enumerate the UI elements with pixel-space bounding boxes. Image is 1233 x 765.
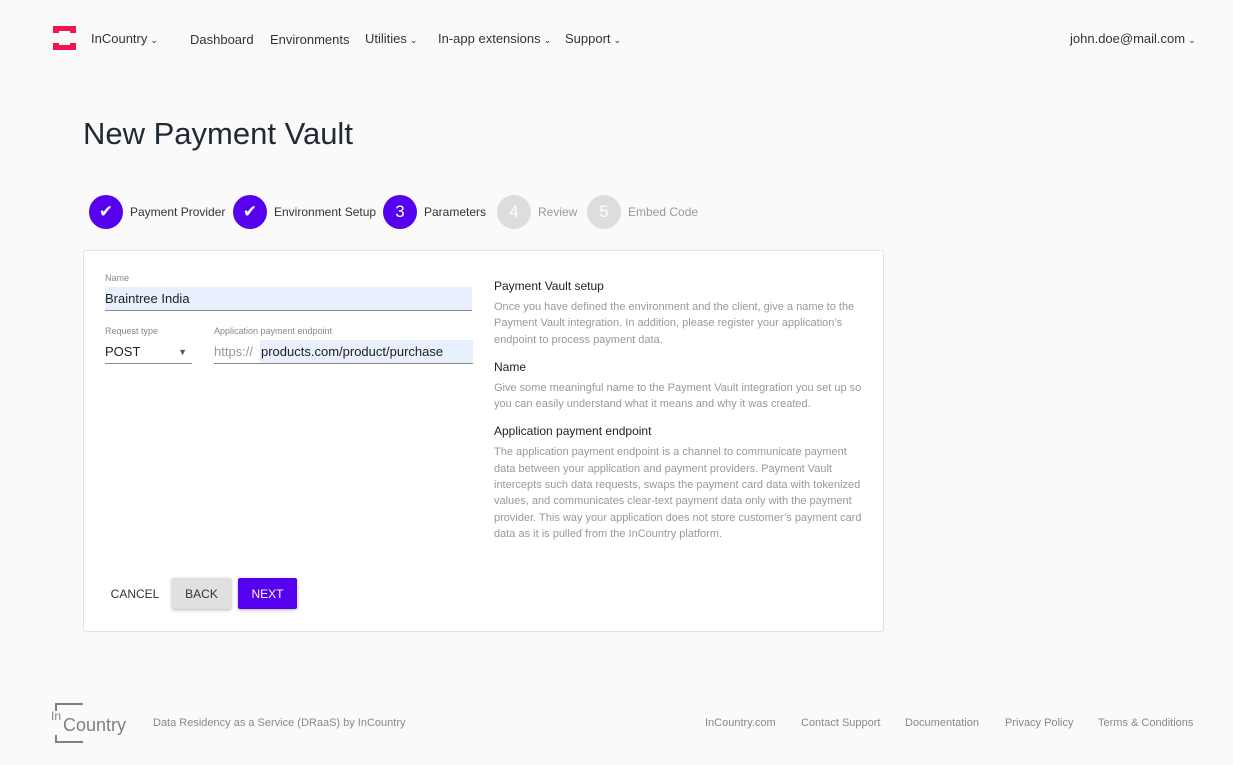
- footer-link-contact-support[interactable]: Contact Support: [801, 717, 881, 729]
- endpoint-input[interactable]: https:// products.com/product/purchase: [214, 340, 473, 364]
- help-title: Payment Vault setup: [494, 279, 604, 293]
- user-email: john.doe@mail.com: [1070, 31, 1186, 46]
- support-label: Support: [565, 31, 611, 46]
- name-value: Braintree India: [105, 291, 190, 306]
- check-icon: ✔: [233, 195, 267, 229]
- chevron-down-icon: ⌄: [613, 35, 622, 45]
- page-title: New Payment Vault: [83, 116, 353, 151]
- chevron-down-icon: ⌄: [409, 35, 418, 45]
- step-label: Parameters: [424, 205, 487, 219]
- endpoint-value: products.com/product/purchase: [260, 340, 473, 363]
- chevron-down-icon: ⌄: [543, 35, 552, 45]
- footer-link-privacy-policy[interactable]: Privacy Policy: [1005, 717, 1073, 729]
- request-type-label: Request type: [105, 326, 159, 336]
- top-nav: InCountry ⌄ Dashboard Environments Utilit…: [0, 0, 1233, 78]
- help-text: Give some meaningful name to the Payment…: [494, 381, 862, 411]
- extensions-label: In-app extensions: [438, 31, 541, 46]
- nav-in-app-extensions[interactable]: In-app extensions ⌄: [438, 31, 551, 46]
- user-menu[interactable]: john.doe@mail.com ⌄: [1070, 31, 1196, 46]
- cancel-button[interactable]: CANCEL: [104, 578, 166, 609]
- request-type-select[interactable]: POST ▼: [105, 340, 192, 364]
- nav-dashboard[interactable]: Dashboard: [190, 32, 254, 47]
- nav-environments[interactable]: Environments: [270, 32, 349, 47]
- logo-country: Country: [63, 715, 127, 735]
- step-payment-provider: ✔ Payment Provider: [89, 195, 225, 229]
- check-icon: ✔: [89, 195, 123, 229]
- step-label: Environment Setup: [274, 205, 377, 219]
- help-title: Name: [494, 359, 527, 374]
- help-title: Application payment endpoint: [494, 424, 652, 439]
- footer-link-documentation[interactable]: Documentation: [905, 717, 979, 729]
- nav-utilities[interactable]: Utilities ⌄: [365, 31, 417, 46]
- logo-in: In: [51, 709, 62, 723]
- incountry-logo-icon[interactable]: [53, 26, 76, 50]
- back-button[interactable]: BACK: [172, 578, 231, 609]
- utilities-label: Utilities: [365, 31, 407, 46]
- footer-tagline: Data Residency as a Service (DRaaS) by I…: [153, 717, 406, 729]
- name-input[interactable]: Braintree India: [105, 287, 472, 311]
- help-text: Once you have defined the environment an…: [494, 301, 855, 346]
- next-button[interactable]: NEXT: [238, 578, 297, 609]
- step-parameters: 3 Parameters: [383, 195, 486, 229]
- nav-brand-menu[interactable]: InCountry ⌄: [91, 31, 158, 46]
- chevron-down-icon: ⌄: [1188, 35, 1196, 45]
- parameters-card: Name Braintree India Request type POST ▼ …: [83, 250, 884, 632]
- dropdown-arrow-icon: ▼: [178, 346, 187, 357]
- step-review: 4 Review: [497, 195, 577, 229]
- step-number: 3: [383, 195, 417, 229]
- brand-label: InCountry: [91, 31, 148, 46]
- step-number: 4: [497, 195, 531, 229]
- step-label: Payment Provider: [130, 205, 226, 219]
- footer-link-incountry[interactable]: InCountry.com: [705, 717, 776, 729]
- endpoint-label: Application payment endpoint: [214, 326, 333, 336]
- nav-support[interactable]: Support ⌄: [565, 31, 621, 46]
- chevron-down-icon: ⌄: [150, 35, 158, 45]
- endpoint-prefix: https://: [214, 344, 254, 359]
- help-text: The application payment endpoint is a ch…: [494, 446, 862, 540]
- footer-link-terms[interactable]: Terms & Conditions: [1098, 717, 1193, 729]
- step-embed-code: 5 Embed Code: [587, 195, 698, 229]
- step-label: Embed Code: [628, 205, 699, 219]
- step-label: Review: [538, 205, 578, 219]
- name-label: Name: [105, 273, 130, 283]
- request-type-value: POST: [105, 344, 141, 359]
- step-environment-setup: ✔ Environment Setup: [233, 195, 376, 229]
- footer-logo: In Country: [51, 703, 126, 743]
- help-panel: Payment Vault setup Once you have define…: [494, 279, 866, 554]
- step-number: 5: [587, 195, 621, 229]
